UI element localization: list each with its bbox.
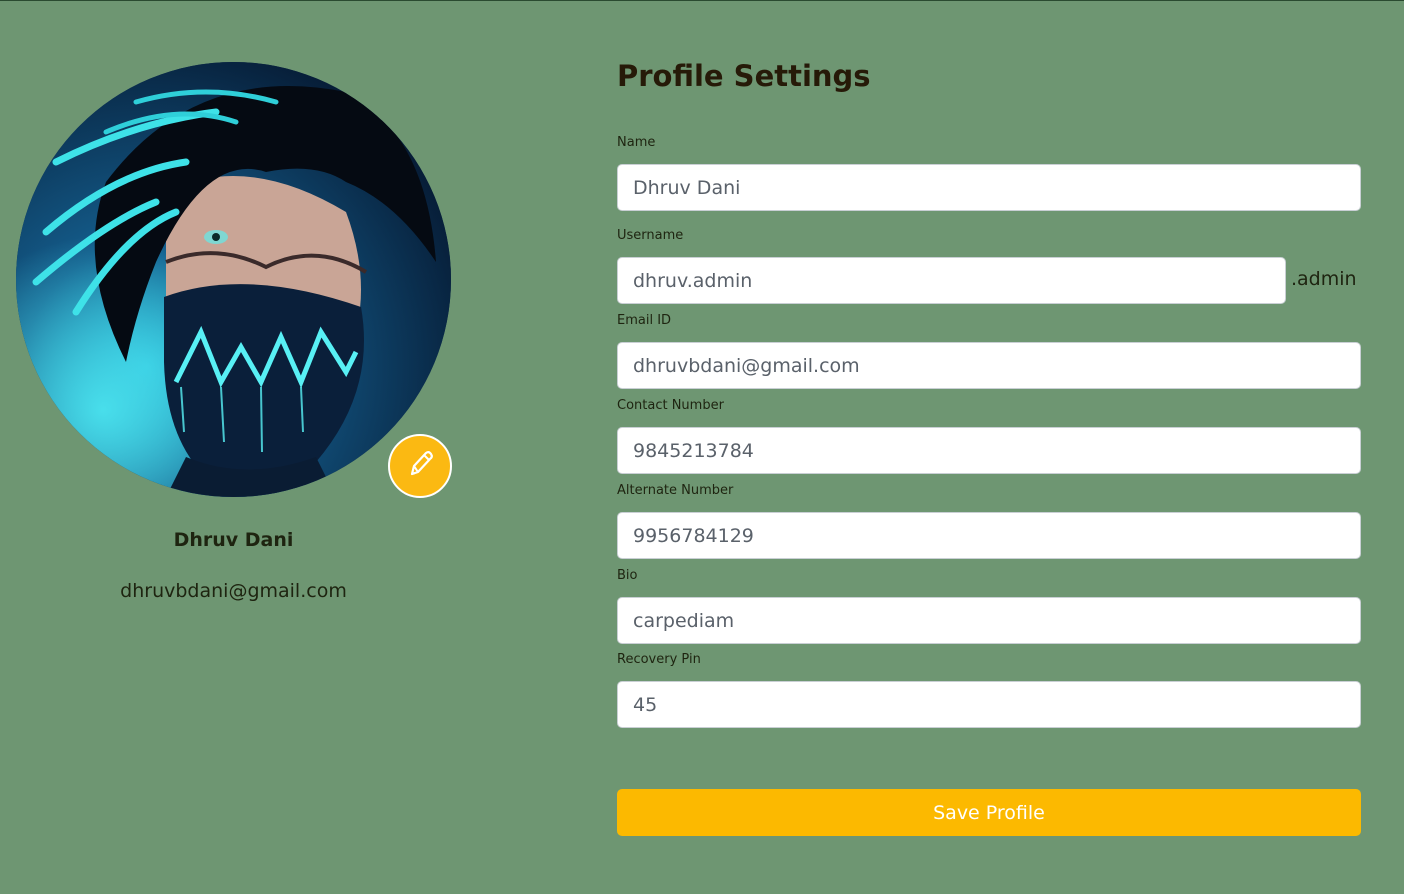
page-title: Profile Settings [617, 59, 871, 93]
bio-label: Bio [617, 568, 638, 583]
contact-number-field[interactable] [617, 427, 1361, 474]
save-profile-button[interactable]: Save Profile [617, 789, 1361, 836]
username-suffix: .admin [1291, 268, 1357, 290]
profile-card: Dhruv Dani dhruvbdani@gmail.com [16, 62, 452, 602]
contact-number-label: Contact Number [617, 398, 724, 413]
email-label: Email ID [617, 313, 672, 328]
profile-name: Dhruv Dani [173, 529, 294, 551]
pencil-icon [403, 447, 437, 485]
username-field[interactable] [617, 257, 1286, 304]
email-field[interactable] [617, 342, 1361, 389]
alternate-number-field[interactable] [617, 512, 1361, 559]
username-label: Username [617, 228, 684, 243]
avatar-image [16, 62, 451, 497]
name-label: Name [617, 135, 656, 150]
edit-avatar-button[interactable] [388, 434, 452, 498]
name-field[interactable] [617, 164, 1361, 211]
bio-field[interactable] [617, 597, 1361, 644]
alternate-number-label: Alternate Number [617, 483, 734, 498]
avatar [16, 62, 452, 498]
recovery-pin-label: Recovery Pin [617, 652, 701, 667]
recovery-pin-field[interactable] [617, 681, 1361, 728]
profile-email: dhruvbdani@gmail.com [120, 580, 347, 602]
